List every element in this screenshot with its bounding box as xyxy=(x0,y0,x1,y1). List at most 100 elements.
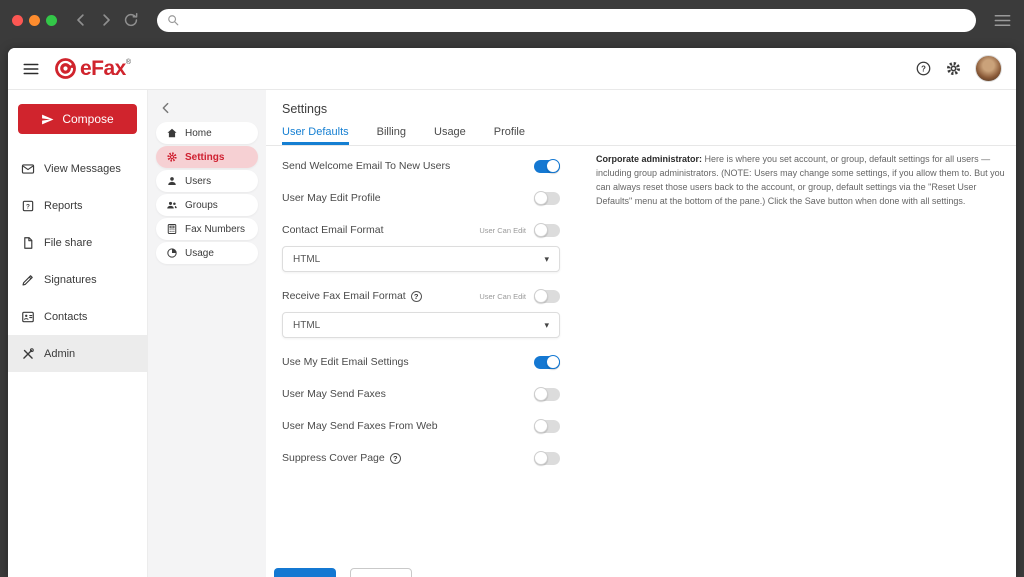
close-button[interactable] xyxy=(12,15,23,26)
subnav-item-home[interactable]: Home xyxy=(156,122,258,144)
tab-user-defaults[interactable]: User Defaults xyxy=(282,126,349,145)
setting-label: User May Send Faxes xyxy=(282,388,386,400)
user-icon xyxy=(166,175,178,187)
users-icon xyxy=(166,199,178,211)
sidebar-item-reports[interactable]: ?Reports xyxy=(8,187,147,224)
subnav-item-label: Usage xyxy=(185,248,214,259)
subnav-item-groups[interactable]: Groups xyxy=(156,194,258,216)
toggle-suppress-cover-page[interactable] xyxy=(534,452,560,465)
home-icon xyxy=(166,127,178,139)
setting-label: User May Edit Profile xyxy=(282,192,381,204)
toggle-knob xyxy=(534,223,548,237)
minimize-button[interactable] xyxy=(29,15,40,26)
sidebar-items: View Messages?ReportsFile share Signature… xyxy=(8,150,147,372)
menu-icon[interactable] xyxy=(22,60,40,78)
browser-back-icon[interactable] xyxy=(72,11,90,29)
settings-form: Send Welcome Email To New Users User May … xyxy=(282,150,560,474)
setting-label: Suppress Cover Page? xyxy=(282,452,401,464)
settings-row-use-my-edit-email-settings: Use My Edit Email Settings xyxy=(282,346,560,378)
browser-address-bar[interactable] xyxy=(157,9,976,32)
subnav-item-settings[interactable]: Settings xyxy=(156,146,258,168)
contacts-icon xyxy=(21,310,35,324)
compose-label: Compose xyxy=(62,112,113,126)
signature-icon xyxy=(21,273,35,287)
settings-content: Settings User Defaults Billing Usage Profil… xyxy=(266,90,1016,577)
select-contact-email-format[interactable]: HTML▾ xyxy=(282,246,560,272)
toggle-knob xyxy=(534,289,548,303)
sidebar-item-view-messages[interactable]: View Messages xyxy=(8,150,147,187)
logo-registered-mark: ® xyxy=(126,59,131,66)
compose-button[interactable]: Compose xyxy=(18,104,137,134)
avatar[interactable] xyxy=(975,55,1002,82)
subnav-item-fax-numbers[interactable]: Fax Numbers xyxy=(156,218,258,240)
window-controls xyxy=(12,15,57,26)
toggle-receive-fax-email-format[interactable] xyxy=(534,290,560,303)
toggle-knob xyxy=(534,451,548,465)
toggle-use-my-edit-email-settings[interactable] xyxy=(534,356,560,369)
page-title: Settings xyxy=(282,102,1016,116)
settings-row-user-may-edit-profile: User May Edit Profile xyxy=(282,182,560,214)
browser-chrome xyxy=(0,0,1024,40)
sidebar-item-admin[interactable]: Admin xyxy=(8,335,147,372)
tab-profile[interactable]: Profile xyxy=(494,126,525,145)
help-icon[interactable]: ? xyxy=(411,291,422,302)
app-window: eFax ® ? Compose View Messages?ReportsFi… xyxy=(8,48,1016,577)
toggle-knob xyxy=(534,387,548,401)
sidebar-item-label: Contacts xyxy=(44,311,87,323)
send-icon xyxy=(41,113,54,126)
fax-icon xyxy=(166,223,178,235)
chevron-down-icon: ▾ xyxy=(544,320,549,331)
subnav-item-label: Home xyxy=(185,128,212,139)
browser-forward-icon[interactable] xyxy=(97,11,115,29)
toggle-user-may-send-faxes-from-web[interactable] xyxy=(534,420,560,433)
reload-icon[interactable] xyxy=(122,11,140,29)
sidebar-item-signatures[interactable]: Signatures xyxy=(8,261,147,298)
subnav-item-label: Settings xyxy=(185,152,224,163)
gear-icon xyxy=(166,151,178,163)
admin-subnav: Home Settings Users Groups Fax Numbers Usage xyxy=(148,90,266,577)
user-can-edit-label: User Can Edit xyxy=(479,292,526,301)
subnav-item-label: Groups xyxy=(185,200,218,211)
toggle-user-may-edit-profile[interactable] xyxy=(534,192,560,205)
subnav-item-users[interactable]: Users xyxy=(156,170,258,192)
toggle-knob xyxy=(534,191,548,205)
primary-sidebar: Compose View Messages?ReportsFile share S… xyxy=(8,90,148,577)
sidebar-item-label: Signatures xyxy=(44,274,97,286)
subnav-items: Home Settings Users Groups Fax Numbers Usage xyxy=(148,122,266,264)
help-icon[interactable]: ? xyxy=(915,60,932,77)
efax-swirl-icon xyxy=(53,56,78,81)
select-receive-fax-email-format[interactable]: HTML▾ xyxy=(282,312,560,338)
admin-info-bold: Corporate administrator: xyxy=(596,154,702,164)
secondary-button-cutoff[interactable] xyxy=(350,568,412,577)
sidebar-item-contacts[interactable]: Contacts xyxy=(8,298,147,335)
subnav-item-label: Users xyxy=(185,176,211,187)
setting-label: Receive Fax Email Format? xyxy=(282,290,422,302)
gear-icon[interactable] xyxy=(945,60,962,77)
toggle-send-welcome-email-to-new-users[interactable] xyxy=(534,160,560,173)
file-icon xyxy=(21,236,35,250)
toggle-knob xyxy=(546,355,560,369)
select-value: HTML xyxy=(293,254,320,265)
tab-usage[interactable]: Usage xyxy=(434,126,466,145)
browser-menu-icon[interactable] xyxy=(993,11,1012,30)
zoom-button[interactable] xyxy=(46,15,57,26)
setting-label: Use My Edit Email Settings xyxy=(282,356,409,368)
toggle-user-may-send-faxes[interactable] xyxy=(534,388,560,401)
toggle-contact-email-format[interactable] xyxy=(534,224,560,237)
setting-label: Contact Email Format xyxy=(282,224,384,236)
subnav-item-label: Fax Numbers xyxy=(185,224,245,235)
subnav-item-usage[interactable]: Usage xyxy=(156,242,258,264)
admin-icon xyxy=(21,347,35,361)
back-chevron-icon[interactable] xyxy=(158,100,174,116)
tab-billing[interactable]: Billing xyxy=(377,126,406,145)
settings-row-receive-fax-email-format: Receive Fax Email Format? User Can Edit xyxy=(282,280,560,312)
setting-label: Send Welcome Email To New Users xyxy=(282,160,450,172)
settings-row-send-welcome-email-to-new-users: Send Welcome Email To New Users xyxy=(282,150,560,182)
primary-button-cutoff[interactable] xyxy=(274,568,336,577)
user-can-edit-label: User Can Edit xyxy=(479,226,526,235)
sidebar-item-label: Admin xyxy=(44,348,75,360)
help-icon[interactable]: ? xyxy=(390,453,401,464)
logo-text: eFax xyxy=(80,57,126,81)
sidebar-item-file-share[interactable]: File share xyxy=(8,224,147,261)
efax-logo[interactable]: eFax ® xyxy=(53,56,131,81)
